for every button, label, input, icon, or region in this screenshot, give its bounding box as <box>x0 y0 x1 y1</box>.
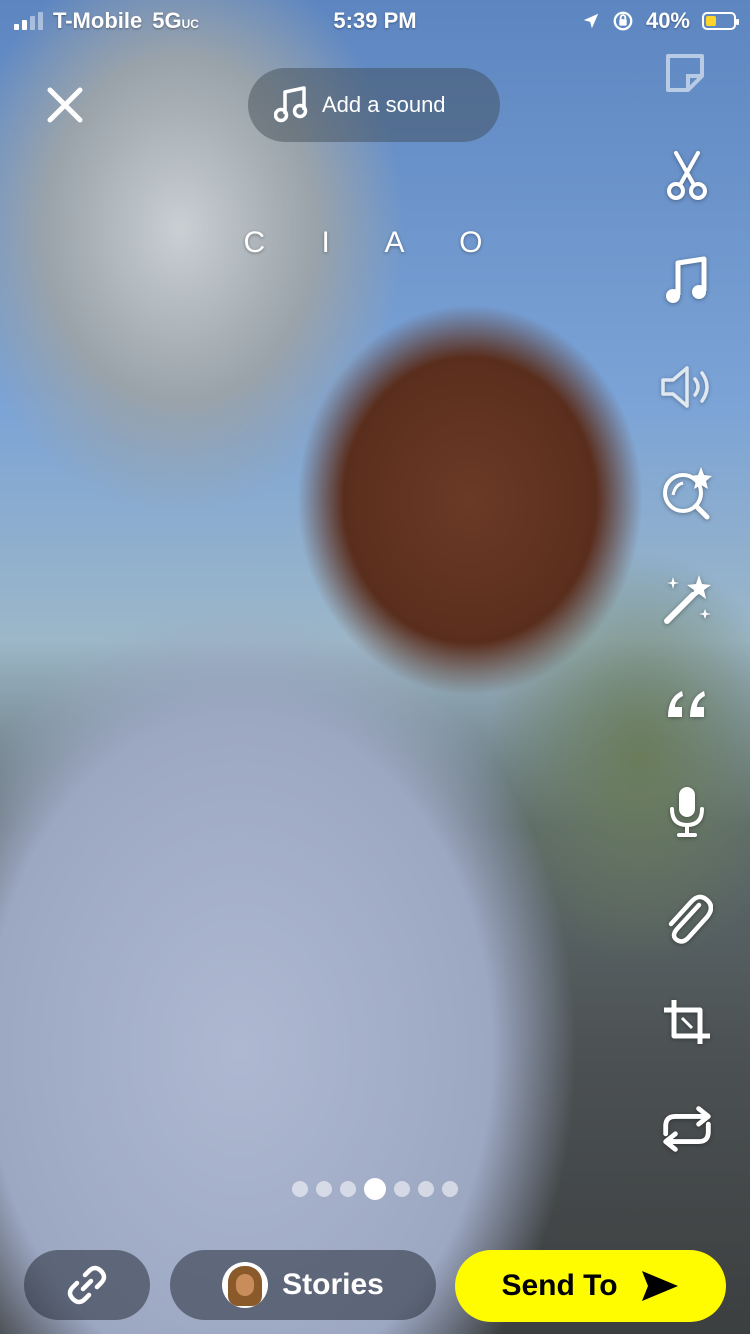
scissors-icon <box>667 151 707 200</box>
orientation-lock-icon <box>613 11 633 31</box>
page-dot <box>340 1181 356 1197</box>
music-note-icon <box>274 86 308 123</box>
sticker-icon <box>666 54 704 92</box>
page-dot <box>442 1181 458 1197</box>
microphone-icon <box>670 787 704 837</box>
link-button[interactable] <box>24 1250 150 1320</box>
send-arrow-icon <box>641 1271 678 1301</box>
page-dot <box>394 1181 410 1197</box>
page-dot-active <box>364 1178 386 1200</box>
loop-button[interactable] <box>656 1098 718 1160</box>
music-tool-button[interactable] <box>656 250 718 312</box>
page-indicator <box>0 1178 750 1200</box>
lens-explorer-icon <box>663 467 712 520</box>
loop-icon <box>663 1106 711 1152</box>
status-bar: T-Mobile 5GUC 5:39 PM 40% <box>0 0 750 44</box>
magic-wand-icon <box>664 575 711 624</box>
battery-icon <box>702 12 739 30</box>
stories-label: Stories <box>282 1268 384 1301</box>
music-note-icon <box>666 256 707 303</box>
speaker-icon <box>661 366 709 408</box>
add-sound-label: Add a sound <box>322 92 446 117</box>
location-arrow-icon <box>583 13 599 29</box>
magic-wand-button[interactable] <box>656 568 718 630</box>
attachment-button[interactable] <box>656 886 718 948</box>
page-dot <box>418 1181 434 1197</box>
crop-icon <box>664 1000 710 1044</box>
sticker-button[interactable] <box>662 52 708 92</box>
scissors-tool-button[interactable] <box>656 144 718 206</box>
quote-button[interactable] <box>656 674 718 736</box>
page-dot <box>316 1181 332 1197</box>
paperclip-icon <box>668 894 713 944</box>
caption-text[interactable]: C I A O <box>0 226 750 260</box>
lens-explorer-button[interactable] <box>656 462 718 524</box>
battery-percent: 40% <box>645 8 690 33</box>
crop-button[interactable] <box>656 992 718 1054</box>
close-icon <box>47 87 83 123</box>
send-to-label: Send To <box>501 1269 618 1302</box>
add-sound-button[interactable]: Add a sound <box>248 68 500 142</box>
voice-button[interactable] <box>656 780 718 842</box>
link-icon <box>67 1265 107 1305</box>
close-button[interactable] <box>44 84 86 126</box>
send-to-button[interactable]: Send To <box>455 1250 726 1322</box>
volume-tool-button[interactable] <box>656 356 718 418</box>
stories-button[interactable]: Stories <box>170 1250 436 1320</box>
avatar <box>222 1262 269 1308</box>
snap-photo <box>0 0 750 1334</box>
quote-icon <box>668 691 705 717</box>
page-dot <box>292 1181 308 1197</box>
